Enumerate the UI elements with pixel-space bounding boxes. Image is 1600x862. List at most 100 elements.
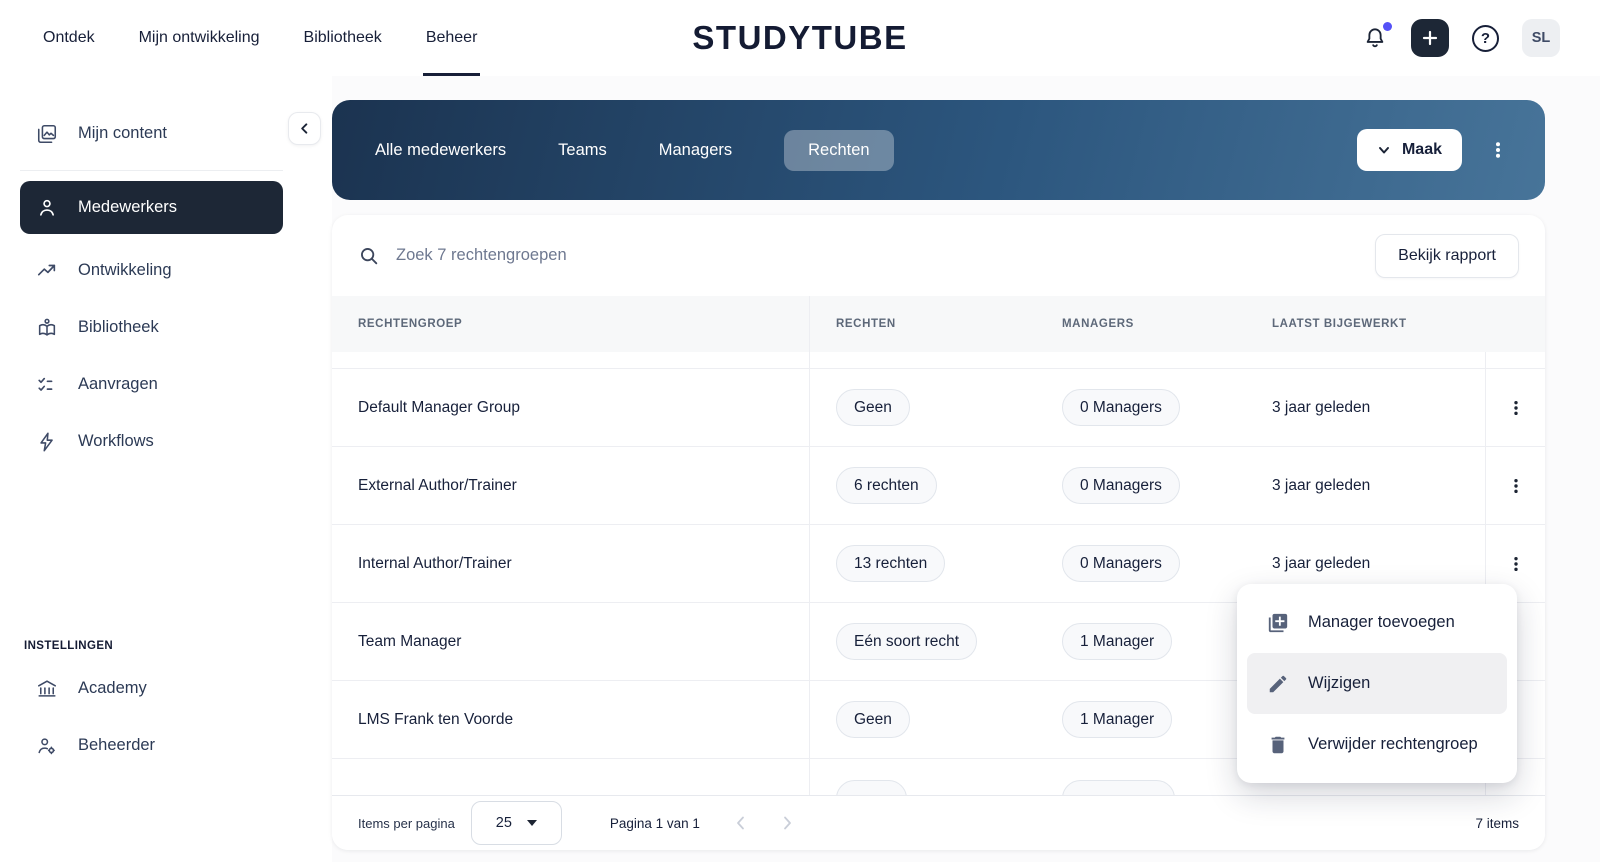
admin-person-gear-icon: [36, 735, 58, 757]
search-icon: [358, 245, 380, 267]
sidebar-item-label: Beheerder: [78, 736, 156, 754]
rechten-badge: Eén soort recht: [836, 623, 978, 660]
sidebar-item-ontwikkeling[interactable]: Ontwikkeling: [0, 244, 332, 297]
managers-badge: 1 Manager: [1062, 623, 1173, 660]
items-per-page-label: Items per pagina: [358, 815, 455, 831]
trash-icon: [1267, 734, 1289, 756]
menu-item-wijzigen[interactable]: Wijzigen: [1247, 653, 1507, 714]
cell-rechtengroep: Team Manager: [332, 603, 810, 680]
sidebar: Mijn content Medewerkers Ontwikkeling Bi…: [0, 76, 332, 862]
cell-rechtengroep: Default Manager Group: [332, 369, 810, 446]
checklist-icon: [36, 374, 58, 396]
tab-rechten[interactable]: Rechten: [784, 129, 894, 171]
nav-item-beheer[interactable]: Beheer: [422, 0, 480, 76]
items-per-page-select[interactable]: 25: [470, 801, 562, 845]
menu-item-manager-toevoegen[interactable]: Manager toevoegen: [1237, 592, 1517, 653]
nav-item-bibliotheek[interactable]: Bibliotheek: [304, 0, 382, 76]
content-icon: [36, 123, 58, 145]
add-manager-icon: [1267, 612, 1289, 634]
column-header-rechtengroep[interactable]: RECHTENGROEP: [332, 296, 810, 352]
tab-teams[interactable]: Teams: [558, 141, 607, 160]
trending-up-icon: [36, 260, 58, 282]
managers-badge: 0 Managers: [1062, 467, 1180, 504]
table-row[interactable]: External Author/Trainer 6 rechten 0 Mana…: [332, 447, 1545, 525]
table-row[interactable]: Default Manager Group Geen 0 Managers 3 …: [332, 369, 1545, 447]
topbar-actions: ? SL: [1362, 19, 1560, 57]
managers-badge: 0 Managers: [1062, 389, 1180, 426]
rechten-badge: 13 rechten: [836, 545, 946, 582]
header-kebab-menu-icon[interactable]: [1489, 141, 1507, 159]
studytube-logo: STUDYTUBE: [692, 19, 908, 56]
column-header-actions: [1485, 296, 1545, 352]
cell-rechtengroep: External Author/Trainer: [332, 447, 810, 524]
sidebar-item-label: Aanvragen: [78, 375, 158, 393]
sidebar-item-medewerkers[interactable]: Medewerkers: [20, 181, 283, 234]
sidebar-collapse-button[interactable]: [288, 112, 321, 145]
topbar: Ontdek Mijn ontwikkeling Bibliotheek Beh…: [0, 0, 1600, 76]
lightning-icon: [36, 431, 58, 453]
rechten-badge: [836, 780, 907, 795]
pencil-icon: [1267, 673, 1289, 695]
main-nav: Ontdek Mijn ontwikkeling Bibliotheek Beh…: [43, 0, 480, 76]
cell-rechtengroep: LMS Frank ten Voorde: [332, 681, 810, 758]
row-context-menu: Manager toevoegen Wijzigen Verwijder rec…: [1237, 584, 1517, 783]
table-header-row: RECHTENGROEP RECHTEN MANAGERS LAATST BIJ…: [332, 296, 1545, 352]
rechten-badge: Geen: [836, 389, 910, 426]
items-per-page-value: 25: [495, 815, 512, 831]
sidebar-item-label: Medewerkers: [78, 198, 178, 216]
help-icon[interactable]: ?: [1472, 24, 1499, 52]
partial-scrolled-row: [332, 352, 1545, 369]
search-input[interactable]: [394, 245, 1376, 266]
view-report-button[interactable]: Bekijk rapport: [1375, 233, 1519, 278]
menu-item-verwijder-rechtengroep[interactable]: Verwijder rechtengroep: [1237, 714, 1517, 775]
notification-dot: [1383, 22, 1392, 31]
sidebar-item-workflows[interactable]: Workflows: [0, 415, 332, 468]
sidebar-item-label: Bibliotheek: [78, 318, 159, 336]
tab-alle-medewerkers[interactable]: Alle medewerkers: [375, 141, 506, 160]
cell-laatst-bijgewerkt: 3 jaar geleden: [1272, 398, 1371, 416]
notifications-bell-icon[interactable]: [1362, 22, 1392, 51]
previous-page-icon[interactable]: [732, 814, 750, 832]
settings-section-label: INSTELLINGEN: [24, 640, 114, 652]
sidebar-item-aanvragen[interactable]: Aanvragen: [0, 358, 332, 411]
section-tabs: Alle medewerkers Teams Managers Rechten: [332, 129, 894, 171]
create-maak-button[interactable]: Maak: [1356, 129, 1462, 171]
cell-rechtengroep: Internal Author/Trainer: [332, 525, 810, 602]
rechten-badge: 6 rechten: [836, 467, 937, 504]
sidebar-item-label: Ontwikkeling: [78, 261, 172, 279]
avatar[interactable]: SL: [1522, 19, 1560, 57]
pagination-bar: Items per pagina 25 Pagina 1 van 1 7 ite…: [332, 795, 1545, 850]
column-header-rechten[interactable]: RECHTEN: [810, 296, 1036, 352]
managers-badge: [1062, 780, 1175, 795]
cell-laatst-bijgewerkt: 3 jaar geleden: [1272, 476, 1371, 494]
sidebar-item-label: Academy: [78, 679, 147, 697]
nav-item-ontdek[interactable]: Ontdek: [43, 0, 95, 76]
person-icon: [36, 197, 58, 219]
menu-item-label: Manager toevoegen: [1308, 613, 1455, 631]
next-page-icon[interactable]: [778, 814, 796, 832]
row-kebab-menu-icon[interactable]: [1502, 472, 1530, 500]
caret-down-icon: [526, 820, 537, 826]
sidebar-item-academy[interactable]: Academy: [0, 662, 332, 715]
row-kebab-menu-icon[interactable]: [1502, 394, 1530, 422]
rechten-badge: Geen: [836, 701, 910, 738]
library-icon: [36, 317, 58, 339]
table-toolbar: Bekijk rapport: [332, 215, 1545, 296]
sidebar-item-mijn-content[interactable]: Mijn content: [0, 107, 332, 160]
row-kebab-menu-icon[interactable]: [1502, 550, 1530, 578]
tab-managers[interactable]: Managers: [659, 141, 732, 160]
sidebar-item-bibliotheek[interactable]: Bibliotheek: [0, 301, 332, 354]
nav-item-mijn-ontwikkeling[interactable]: Mijn ontwikkeling: [139, 0, 260, 76]
sidebar-item-beheerder[interactable]: Beheerder: [0, 719, 332, 772]
academy-bank-icon: [36, 678, 58, 700]
menu-item-label: Verwijder rechtengroep: [1308, 735, 1478, 753]
page-indicator: Pagina 1 van 1: [609, 815, 700, 831]
sidebar-item-label: Mijn content: [78, 124, 167, 142]
chevron-down-icon: [1378, 147, 1389, 154]
section-header-card: Alle medewerkers Teams Managers Rechten …: [332, 100, 1545, 200]
column-header-laatst-bijgewerkt[interactable]: LAATST BIJGEWERKT: [1246, 296, 1485, 352]
create-plus-button[interactable]: [1411, 19, 1449, 57]
sidebar-item-label: Workflows: [78, 432, 154, 450]
column-header-managers[interactable]: MANAGERS: [1036, 296, 1246, 352]
cell-rechtengroep: [332, 759, 810, 795]
